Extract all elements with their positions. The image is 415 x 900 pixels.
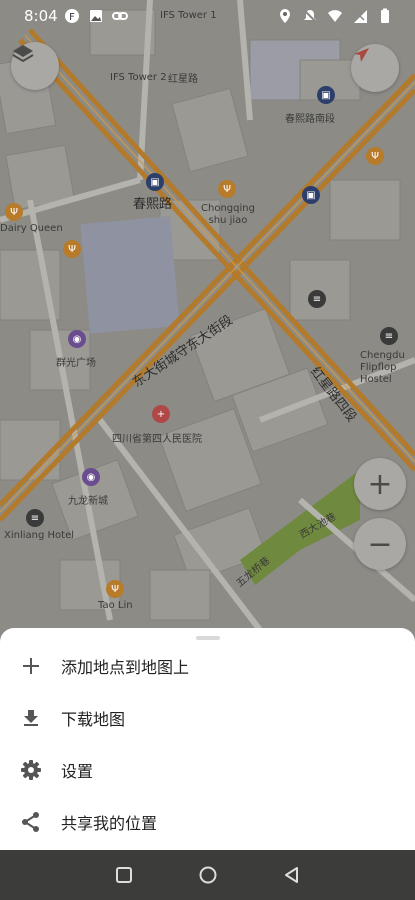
gear-icon bbox=[19, 758, 43, 782]
menu-item-settings[interactable]: 设置 bbox=[0, 744, 415, 796]
zoom-in-button[interactable]: + bbox=[354, 458, 406, 510]
shopping-icon[interactable]: ◉ bbox=[68, 330, 86, 348]
restaurant-icon[interactable]: Ψ bbox=[106, 580, 124, 598]
hospital-icon[interactable]: + bbox=[152, 405, 170, 423]
back-icon bbox=[285, 867, 298, 883]
wifi-icon bbox=[328, 10, 342, 22]
menu-item-share-location[interactable]: 共享我的位置 bbox=[0, 796, 415, 848]
compass-icon bbox=[354, 48, 369, 62]
compass-button[interactable] bbox=[351, 44, 399, 92]
map-label-hospital: 四川省第四人民医院 bbox=[112, 434, 202, 445]
menu-item-label: 设置 bbox=[61, 762, 94, 781]
restaurant-icon[interactable]: Ψ bbox=[218, 180, 236, 198]
hotel-icon[interactable]: ≡ bbox=[26, 509, 44, 527]
map-label-tao-lin: Tao Lin bbox=[98, 600, 133, 611]
map-label-chongqing-shu-jiao: Chongqing shu jiao bbox=[201, 203, 255, 226]
bus-stop-icon[interactable]: ▣ bbox=[302, 186, 320, 204]
signal-icon bbox=[354, 10, 367, 23]
bus-stop-icon[interactable]: ▣ bbox=[317, 86, 335, 104]
map-label-ifs-tower-2: IFS Tower 2 bbox=[110, 72, 167, 83]
plus-icon bbox=[19, 654, 43, 678]
recents-icon bbox=[116, 867, 132, 883]
home-button[interactable] bbox=[196, 863, 220, 887]
map-label-chunxi-road: 春熙路 bbox=[133, 197, 173, 212]
download-icon bbox=[19, 706, 43, 730]
map-label-qunguang-plaza: 群光广场 bbox=[56, 358, 96, 369]
menu-item-download-map[interactable]: 下载地图 bbox=[0, 692, 415, 744]
map-label-jiulong: 九龙新城 bbox=[68, 496, 108, 507]
layers-icon bbox=[12, 45, 34, 63]
map-label-flipflop-hostel: Chengdu Flipflop Hostel bbox=[360, 350, 405, 385]
battery-icon bbox=[381, 8, 389, 23]
link-icon bbox=[112, 12, 128, 20]
home-icon bbox=[199, 866, 217, 884]
status-time: 8:04 bbox=[24, 7, 58, 25]
hotel-icon[interactable]: ≡ bbox=[380, 327, 398, 345]
metro-station-icon[interactable]: ▣ bbox=[146, 173, 164, 191]
zoom-out-button[interactable]: − bbox=[354, 518, 406, 570]
back-button[interactable] bbox=[280, 863, 304, 887]
menu-item-label: 添加地点到地图上 bbox=[61, 658, 190, 677]
share-icon bbox=[19, 810, 43, 834]
svg-text:F: F bbox=[69, 12, 75, 23]
menu-item-add-place[interactable]: 添加地点到地图上 bbox=[0, 640, 415, 692]
shopping-icon[interactable]: ◉ bbox=[82, 468, 100, 486]
bottom-sheet-menu: 添加地点到地图上 下载地图 设置 共享我的位置 bbox=[0, 628, 415, 850]
app-notification-icon: F bbox=[65, 9, 79, 23]
status-bar: 8:04 F bbox=[0, 0, 415, 32]
layers-button[interactable] bbox=[11, 42, 59, 90]
map-label-chunxi-south: 春熙路南段 bbox=[285, 114, 335, 125]
map-label-dairy-queen: Dairy Queen bbox=[0, 223, 63, 234]
navigation-bar bbox=[0, 850, 415, 900]
menu-item-label: 下载地图 bbox=[61, 710, 126, 729]
hotel-icon[interactable]: ≡ bbox=[308, 290, 326, 308]
mute-icon bbox=[303, 9, 317, 23]
map-label-hongxing-lu: 红星路 bbox=[168, 74, 198, 85]
restaurant-icon[interactable]: Ψ bbox=[366, 147, 384, 165]
menu-item-label: 共享我的位置 bbox=[61, 814, 158, 833]
location-icon bbox=[280, 9, 290, 23]
restaurant-icon[interactable]: Ψ bbox=[63, 240, 81, 258]
restaurant-icon[interactable]: Ψ bbox=[5, 203, 23, 221]
image-icon bbox=[90, 10, 102, 22]
recents-button[interactable] bbox=[112, 863, 136, 887]
map-label-xinliang-hotel: Xinliang Hotel bbox=[4, 530, 75, 541]
